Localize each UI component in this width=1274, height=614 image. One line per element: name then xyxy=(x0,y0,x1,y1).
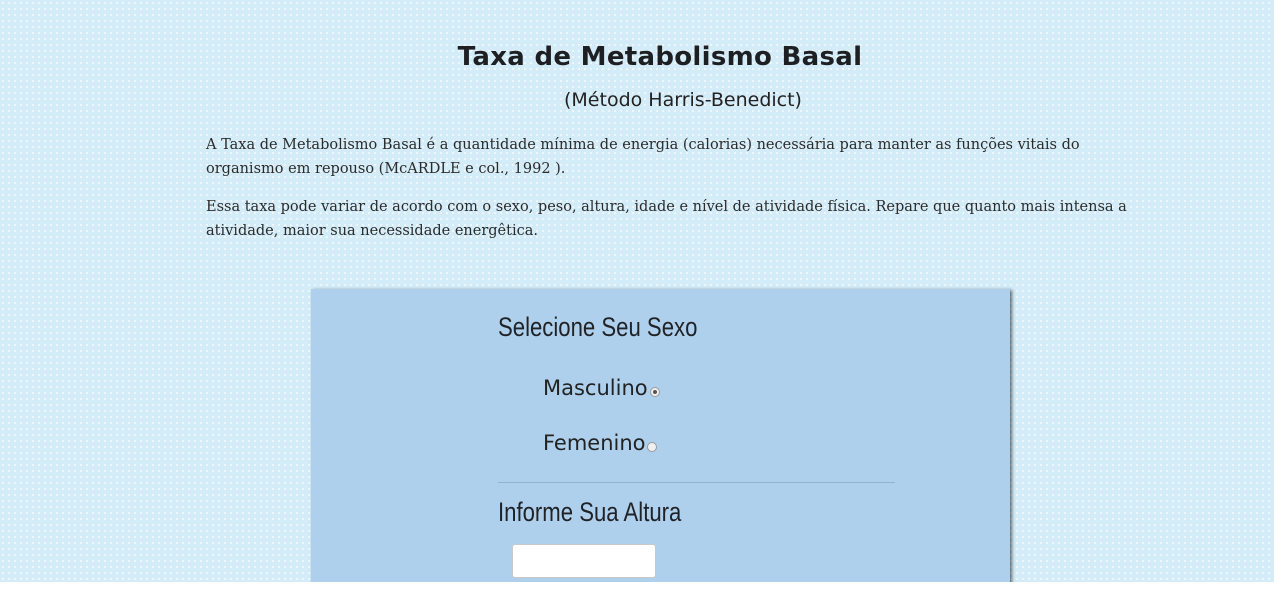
section-divider xyxy=(498,482,895,483)
page-background: Taxa de Metabolismo Basal (Método Harris… xyxy=(0,0,1274,582)
page-title: Taxa de Metabolismo Basal xyxy=(457,42,863,72)
sex-radio-masculino[interactable] xyxy=(650,387,660,397)
calculator-form-panel: Selecione Seu Sexo Masculino Femenino In… xyxy=(311,289,1010,582)
sex-option-masculino-label[interactable]: Masculino xyxy=(543,376,648,400)
height-input[interactable] xyxy=(512,544,656,578)
intro-paragraph-2: Essa taxa pode variar de acordo com o se… xyxy=(206,199,1127,239)
sex-radio-femenino[interactable] xyxy=(647,442,657,452)
height-heading: Informe Sua Altura xyxy=(498,497,682,527)
page-subtitle: (Método Harris-Benedict) xyxy=(564,89,802,111)
intro-paragraph-1: A Taxa de Metabolismo Basal é a quantida… xyxy=(206,137,1080,177)
sex-heading: Selecione Seu Sexo xyxy=(498,312,698,342)
sex-option-femenino-label[interactable]: Femenino xyxy=(543,431,646,455)
